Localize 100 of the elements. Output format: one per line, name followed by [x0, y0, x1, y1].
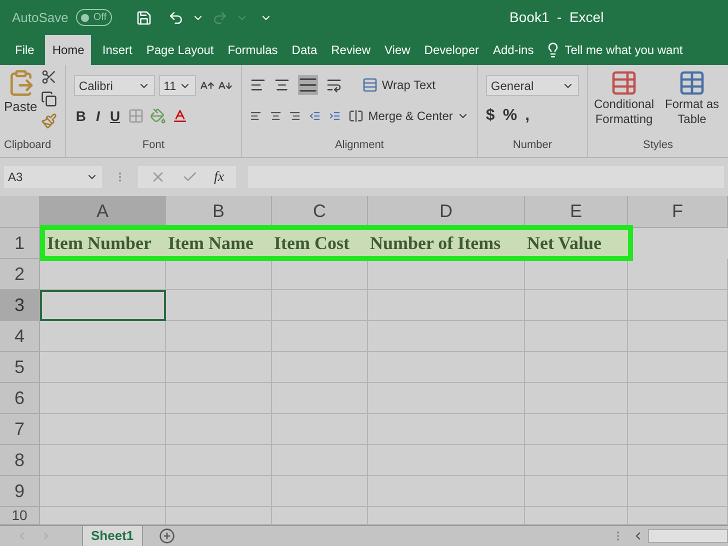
styles-button[interactable]: Format as Table	[660, 69, 724, 127]
add-sheet-icon[interactable]	[158, 528, 175, 544]
align-bottom-icon[interactable]	[298, 75, 318, 95]
font-style-button[interactable]: B	[74, 106, 88, 127]
row-header[interactable]: 10	[0, 507, 40, 525]
copy-icon[interactable]	[41, 91, 58, 107]
table-cell[interactable]	[368, 290, 525, 321]
table-cell[interactable]	[272, 352, 368, 383]
table-cell[interactable]	[628, 383, 728, 414]
table-cell[interactable]	[166, 352, 272, 383]
table-cell[interactable]	[368, 352, 525, 383]
table-cell[interactable]	[166, 414, 272, 445]
row-header[interactable]: 1	[0, 228, 40, 259]
table-cell[interactable]	[525, 259, 628, 290]
table-cell[interactable]	[272, 321, 368, 352]
save-icon[interactable]	[136, 10, 152, 26]
row-header[interactable]: 9	[0, 476, 40, 507]
table-cell[interactable]	[628, 414, 728, 445]
ribbon-tab[interactable]: File	[8, 35, 42, 65]
orientation-icon[interactable]	[326, 77, 342, 93]
ribbon-tab[interactable]: Review	[324, 35, 378, 65]
align-top-icon[interactable]	[250, 77, 266, 93]
paste-button[interactable]: Paste	[4, 69, 38, 129]
table-cell[interactable]	[368, 259, 525, 290]
row-header[interactable]: 6	[0, 383, 40, 414]
number-format-button[interactable]: $	[486, 104, 495, 128]
table-cell[interactable]	[628, 321, 728, 352]
column-header[interactable]: F	[628, 196, 728, 228]
redo-icon[interactable]	[212, 10, 228, 26]
fill-color-icon[interactable]	[150, 108, 166, 124]
table-cell[interactable]	[272, 476, 368, 507]
table-cell[interactable]	[166, 259, 272, 290]
ribbon-tab[interactable]: Home	[45, 35, 92, 65]
column-header[interactable]: B	[166, 196, 272, 228]
select-all-corner[interactable]	[0, 196, 40, 228]
font-style-button[interactable]: I	[94, 106, 102, 127]
ribbon-tab[interactable]: Developer	[417, 35, 486, 65]
table-cell[interactable]	[166, 321, 272, 352]
table-cell[interactable]	[40, 290, 166, 321]
ribbon-tab[interactable]: Insert	[95, 35, 140, 65]
row-header[interactable]: 7	[0, 414, 40, 445]
ribbon-tab[interactable]: Add-ins	[486, 35, 541, 65]
row-header[interactable]: 4	[0, 321, 40, 352]
table-cell[interactable]	[40, 352, 166, 383]
autosave-toggle[interactable]: Off	[76, 9, 112, 26]
tell-me-field[interactable]: Tell me what you want	[540, 35, 683, 65]
table-cell[interactable]	[368, 445, 525, 476]
table-cell[interactable]	[525, 290, 628, 321]
scissors-icon[interactable]	[41, 69, 58, 85]
table-cell[interactable]	[40, 321, 166, 352]
table-cell[interactable]	[166, 476, 272, 507]
table-cell[interactable]	[272, 414, 368, 445]
font-style-button[interactable]: U	[108, 106, 122, 127]
table-cell[interactable]	[40, 259, 166, 290]
row-header[interactable]: 8	[0, 445, 40, 476]
table-cell[interactable]	[166, 445, 272, 476]
table-cell[interactable]	[272, 259, 368, 290]
table-cell[interactable]	[40, 414, 166, 445]
name-box[interactable]: A3	[4, 166, 102, 188]
table-cell[interactable]	[628, 290, 728, 321]
ribbon-tab[interactable]: View	[378, 35, 418, 65]
undo-icon[interactable]	[168, 10, 184, 26]
ribbon-tab[interactable]: Formulas	[220, 35, 285, 65]
align-middle-icon[interactable]	[274, 77, 290, 93]
column-header[interactable]: D	[368, 196, 525, 228]
wrap-text-button[interactable]: Wrap Text	[362, 76, 436, 94]
merge-center-button[interactable]: Merge & Center	[348, 106, 469, 125]
table-cell[interactable]	[628, 259, 728, 290]
table-cell[interactable]	[525, 352, 628, 383]
horizontal-scrollbar[interactable]	[648, 529, 728, 543]
table-cell[interactable]	[628, 445, 728, 476]
paintbrush-icon[interactable]	[41, 113, 58, 129]
table-cell[interactable]	[40, 445, 166, 476]
column-header[interactable]: A	[40, 196, 166, 228]
column-header[interactable]: C	[272, 196, 368, 228]
number-format-field[interactable]: General	[486, 75, 579, 96]
row-header[interactable]: 2	[0, 259, 40, 290]
ribbon-tab[interactable]: Page Layout	[139, 35, 221, 65]
table-cell[interactable]	[166, 383, 272, 414]
ribbon-tab[interactable]: Data	[284, 35, 324, 65]
styles-button[interactable]: Conditional Formatting	[592, 69, 656, 127]
insert-function-button[interactable]: fx	[214, 166, 224, 188]
sheet-tab[interactable]: Sheet1	[82, 526, 143, 546]
table-cell[interactable]	[368, 383, 525, 414]
table-cell[interactable]	[525, 414, 628, 445]
borders-icon[interactable]	[128, 108, 144, 124]
table-cell[interactable]	[525, 383, 628, 414]
table-cell[interactable]	[272, 290, 368, 321]
font-name-field[interactable]: Calibri	[74, 75, 155, 96]
table-cell[interactable]	[40, 476, 166, 507]
table-cell[interactable]	[368, 321, 525, 352]
table-cell[interactable]	[368, 414, 525, 445]
font-color-icon[interactable]	[172, 108, 188, 124]
table-cell[interactable]	[272, 383, 368, 414]
table-cell[interactable]	[272, 445, 368, 476]
number-format-button[interactable]: ,	[525, 104, 530, 128]
table-cell[interactable]	[628, 476, 728, 507]
table-cell[interactable]	[40, 383, 166, 414]
column-header[interactable]: E	[525, 196, 628, 228]
table-cell[interactable]	[628, 352, 728, 383]
